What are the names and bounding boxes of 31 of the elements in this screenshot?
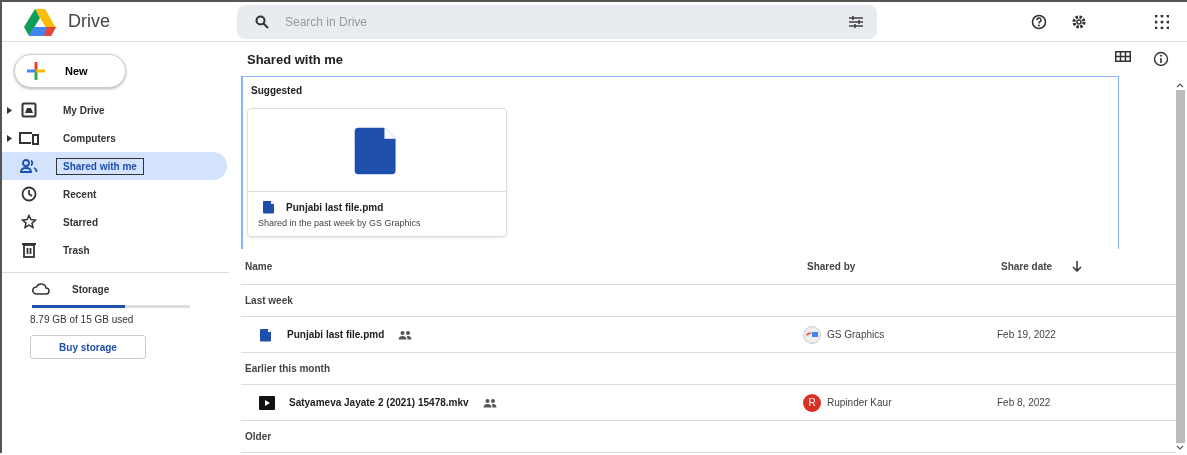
column-header[interactable]: Name [245,261,807,272]
storage-label[interactable]: Storage [72,283,110,295]
sidebar-item[interactable]: Computers [2,124,227,152]
share-date: Feb 19, 2022 [997,329,1057,340]
section-title: Suggested [251,85,304,97]
search-bar[interactable]: Search in Drive [237,4,877,39]
sidebar-item[interactable]: Starred [2,208,227,236]
file-card[interactable]: Punjabi last file.pmd Shared in the past week by GS Graphics [247,108,507,238]
app-title: Drive [68,11,110,32]
owner-name: GS Graphics [827,329,885,340]
search-field[interactable]: Search in Drive [283,13,835,30]
column-header[interactable]: Share date [1001,261,1053,272]
sidebar-item[interactable]: Trash [2,236,227,264]
group-heading: Last week [245,295,293,306]
sidebar-item[interactable]: Shared with me [2,152,227,180]
page-title: Shared with me [247,51,345,67]
group-heading: Older [245,431,272,442]
storage-usage: 8.79 GB of 15 GB used [30,314,135,325]
file-name[interactable]: Satyameva Jayate 2 (2021) 15478.mkv [289,397,469,408]
column-header[interactable]: Shared by [807,261,1001,272]
sidebar-item[interactable]: My Drive [2,96,227,124]
file-detail: Shared in the past week by GS Graphics [258,218,422,229]
avatar: R [803,393,821,412]
file-name[interactable]: Punjabi last file.pmd [287,329,385,340]
sidebar-item[interactable]: Recent [2,180,227,208]
new-button[interactable]: New [14,54,126,88]
buy-storage-button[interactable]: Buy storage [30,335,146,359]
share-date: Feb 8, 2022 [997,397,1052,408]
group-heading: Earlier this month [245,363,330,374]
owner-name: Rupinder Kaur [827,397,892,408]
file-name: Punjabi last file.pmd [286,201,384,213]
